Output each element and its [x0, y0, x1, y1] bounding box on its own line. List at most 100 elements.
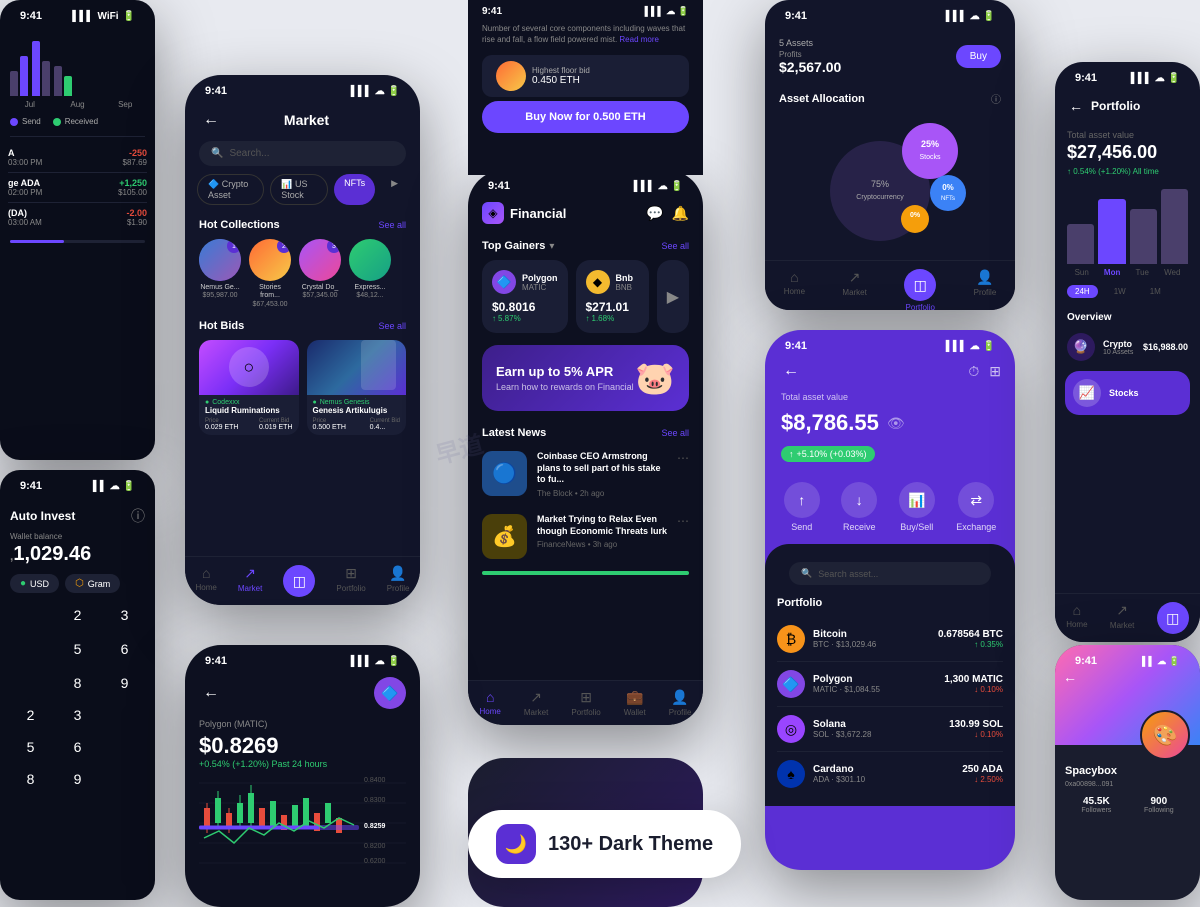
phone1-time: 9:41: [20, 10, 42, 22]
chat-icon[interactable]: 💬: [646, 205, 663, 222]
search-asset[interactable]: 🔍 Search asset...: [789, 562, 991, 585]
num-2b[interactable]: 2: [10, 701, 51, 729]
nav-wallet-3[interactable]: 💼 Wallet: [624, 689, 646, 717]
hot-collections-see-all[interactable]: See all: [378, 220, 406, 230]
bid-current2-right: Current Bid 0.4...: [370, 418, 400, 431]
bid-card-1[interactable]: ○ ● Codexxx Liquid Ruminations Price 0.0…: [199, 340, 299, 435]
month-sep: Sep: [105, 100, 145, 109]
action-buysell[interactable]: 📊 Buy/Sell: [899, 482, 935, 532]
nav-profile-4[interactable]: 👤 Profile: [974, 269, 997, 310]
nav-portfolio-3[interactable]: ⊞ Portfolio: [571, 689, 600, 717]
num-3b[interactable]: 3: [57, 701, 98, 729]
numpad-row3: 5 6: [10, 733, 145, 761]
action-receive[interactable]: ↓ Receive: [841, 482, 877, 532]
collection-item-3[interactable]: 3 Crystal Do_ $57,345.00: [299, 239, 341, 308]
news-see-all[interactable]: See all: [661, 428, 689, 438]
nav-home-2[interactable]: ⌂ Home: [196, 565, 217, 597]
coin-row-sol[interactable]: ◎ Solana SOL · $3,672.28 130.99 SOL ↓ 0.…: [777, 707, 1003, 752]
nav-portfolio-4-label: Portfolio: [906, 303, 935, 310]
news-item-1[interactable]: 🔵 Coinbase CEO Armstrong plans to sell p…: [468, 443, 703, 506]
coin-row-btc[interactable]: ₿ Bitcoin BTC · $13,029.46 0.678564 BTC …: [777, 617, 1003, 662]
usd-btn[interactable]: ● USD: [10, 574, 59, 593]
collection-item-4[interactable]: Express... $48,12...: [349, 239, 391, 308]
num-8b[interactable]: 8: [10, 765, 51, 793]
tab-nfts[interactable]: NFTs: [334, 174, 375, 205]
num-2[interactable]: 2: [57, 601, 98, 629]
news-item-2[interactable]: 💰 Market Trying to Relax Even though Eco…: [468, 506, 703, 567]
time-24h[interactable]: 24H: [1067, 285, 1098, 298]
bid-current-val-2: 0.4...: [370, 424, 400, 431]
nav-market-3[interactable]: ↗ Market: [524, 689, 548, 717]
bar-sun: [1067, 224, 1094, 264]
back-arrow-5[interactable]: ←: [779, 358, 803, 384]
alloc-info-icon[interactable]: ⓘ: [991, 91, 1001, 106]
gainer-more[interactable]: ▶: [657, 260, 689, 333]
num-3[interactable]: 3: [104, 601, 145, 629]
crypto-overview-name: Crypto: [1103, 339, 1133, 349]
gainers-see-all[interactable]: See all: [661, 241, 689, 251]
tx3-name: (DA): [8, 208, 42, 218]
nav-portfolio-4[interactable]: ◫ Portfolio: [904, 269, 936, 310]
nav-market-4[interactable]: ↗ Market: [842, 269, 866, 310]
buy-btn[interactable]: Buy: [956, 45, 1001, 68]
polygon-back[interactable]: ←: [199, 680, 223, 706]
tab-more[interactable]: ▶: [381, 174, 408, 205]
nav-home-6[interactable]: ⌂ Home: [1066, 602, 1087, 634]
back-arrow-7[interactable]: ←: [1063, 669, 1077, 687]
coin-row-ada[interactable]: ♠ Cardano ADA · $301.10 250 ADA ↓ 2.50%: [777, 752, 1003, 796]
nav-portfolio-2[interactable]: ⊞ Portfolio: [336, 565, 365, 597]
day-tue: Tue: [1135, 268, 1149, 277]
gainer-bnb[interactable]: ◆ Bnb BNB $271.01 ↑ 1.68%: [576, 260, 649, 333]
nav-market-6[interactable]: ↗ Market: [1110, 602, 1134, 634]
buy-now-btn[interactable]: Buy Now for 0.500 ETH: [482, 101, 689, 133]
gainer-polygon[interactable]: 🔷 Polygon MATIC $0.8016 ↑ 5.87%: [482, 260, 568, 333]
collection-item-2[interactable]: 2 Stories from... $67,453.00: [249, 239, 291, 308]
news-more-icon-2[interactable]: ⋯: [677, 514, 689, 528]
eye-icon[interactable]: 👁: [887, 415, 905, 432]
back-arrow-6[interactable]: ←: [1065, 94, 1087, 118]
nav-home-3[interactable]: ⌂ Home: [480, 689, 501, 717]
coin-row-matic[interactable]: 🔷 Polygon MATIC · $1,084.55 1,300 MATIC …: [777, 662, 1003, 707]
tab-us-stock[interactable]: 📊 US Stock: [270, 174, 328, 205]
invest-info-icon[interactable]: ⓘ: [131, 506, 145, 526]
hot-bids-see-all[interactable]: See all: [378, 321, 406, 331]
num-8[interactable]: 8: [57, 669, 98, 697]
nav-market-2[interactable]: ↗ Market: [238, 565, 262, 597]
tab-crypto[interactable]: 🔷 Crypto Asset: [197, 174, 264, 205]
action-exchange[interactable]: ⇄ Exchange: [956, 482, 996, 532]
nav-profile-2[interactable]: 👤 Profile: [387, 565, 410, 597]
nft-read-more[interactable]: Read more: [619, 35, 659, 44]
nav-portfolio-btn-2[interactable]: ◫: [283, 565, 315, 597]
nav-profile-3[interactable]: 👤 Profile: [669, 689, 692, 717]
time-1w[interactable]: 1W: [1106, 285, 1134, 298]
num-6[interactable]: 6: [104, 635, 145, 663]
apr-card[interactable]: Earn up to 5% APR Learn how to rewards o…: [482, 345, 689, 411]
verified-icon-1: ●: [205, 399, 209, 406]
num-9[interactable]: 9: [104, 669, 145, 697]
nav-home-4[interactable]: ⌂ Home: [784, 269, 805, 310]
grid-icon[interactable]: ⊞: [989, 363, 1001, 380]
time-1m[interactable]: 1M: [1142, 285, 1169, 298]
stat-following: 900 Following: [1144, 796, 1174, 814]
num-9b[interactable]: 9: [57, 765, 98, 793]
collection-name-2: Stories from...: [249, 284, 291, 301]
bell-icon[interactable]: 🔔: [672, 205, 689, 222]
action-send[interactable]: ↑ Send: [784, 482, 820, 532]
collection-item-1[interactable]: 1 Nemus Ge... $95,987.00: [199, 239, 241, 308]
num-6b[interactable]: 6: [57, 733, 98, 761]
num-7[interactable]: [10, 669, 51, 697]
bid-card-2[interactable]: ● Nemus Genesis Genesis Artikulugis Pric…: [307, 340, 407, 435]
num-5b[interactable]: 5: [10, 733, 51, 761]
nav-portfolio-btn-6[interactable]: ◫: [1157, 602, 1189, 634]
num-5[interactable]: 5: [57, 635, 98, 663]
scroll-thumb: [10, 240, 64, 243]
back-arrow-icon[interactable]: ←: [199, 107, 223, 133]
overview-stocks[interactable]: 📈 Stocks: [1065, 371, 1190, 415]
clock-icon[interactable]: ⏱: [968, 363, 979, 380]
overview-crypto[interactable]: 🔮 Crypto 10 Assets $16,988.00: [1055, 327, 1200, 367]
gram-btn[interactable]: ⬡ Gram: [65, 574, 120, 593]
invest-time: 9:41: [20, 480, 42, 492]
news-more-icon[interactable]: ⋯: [677, 451, 689, 465]
num-4[interactable]: [10, 635, 51, 663]
market-search[interactable]: 🔍 Search...: [199, 141, 406, 166]
